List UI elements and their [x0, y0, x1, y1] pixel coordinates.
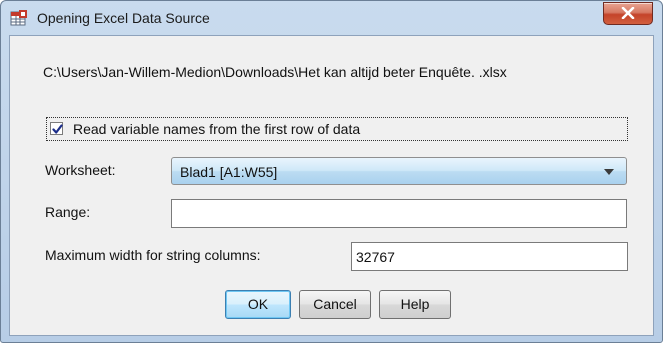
max-width-label: Maximum width for string columns:: [45, 247, 261, 263]
read-variable-names-label: Read variable names from the first row o…: [73, 121, 361, 137]
range-field-box: [171, 199, 627, 228]
cancel-button[interactable]: Cancel: [299, 290, 371, 319]
checkmark-icon: [52, 124, 63, 134]
checkbox-box[interactable]: [50, 122, 63, 135]
worksheet-select[interactable]: Blad1 [A1:W55]: [171, 157, 627, 185]
read-variable-names-checkbox[interactable]: Read variable names from the first row o…: [46, 117, 628, 141]
max-width-input[interactable]: [352, 243, 627, 270]
close-button[interactable]: [603, 2, 653, 25]
close-icon: [621, 7, 635, 19]
file-path-label: C:\Users\Jan-Willem-Medion\Downloads\Het…: [43, 64, 507, 80]
title-bar[interactable]: Opening Excel Data Source: [1, 1, 662, 35]
spss-data-icon: [10, 10, 28, 27]
range-label: Range:: [45, 204, 91, 220]
worksheet-selected-value: Blad1 [A1:W55]: [180, 164, 278, 180]
max-width-field-box: [351, 242, 628, 271]
chevron-down-icon: [604, 169, 614, 175]
help-button[interactable]: Help: [379, 290, 451, 319]
window-title: Opening Excel Data Source: [37, 10, 210, 26]
ok-button[interactable]: OK: [225, 290, 291, 319]
worksheet-label: Worksheet:: [45, 162, 116, 178]
range-input[interactable]: [172, 200, 626, 227]
